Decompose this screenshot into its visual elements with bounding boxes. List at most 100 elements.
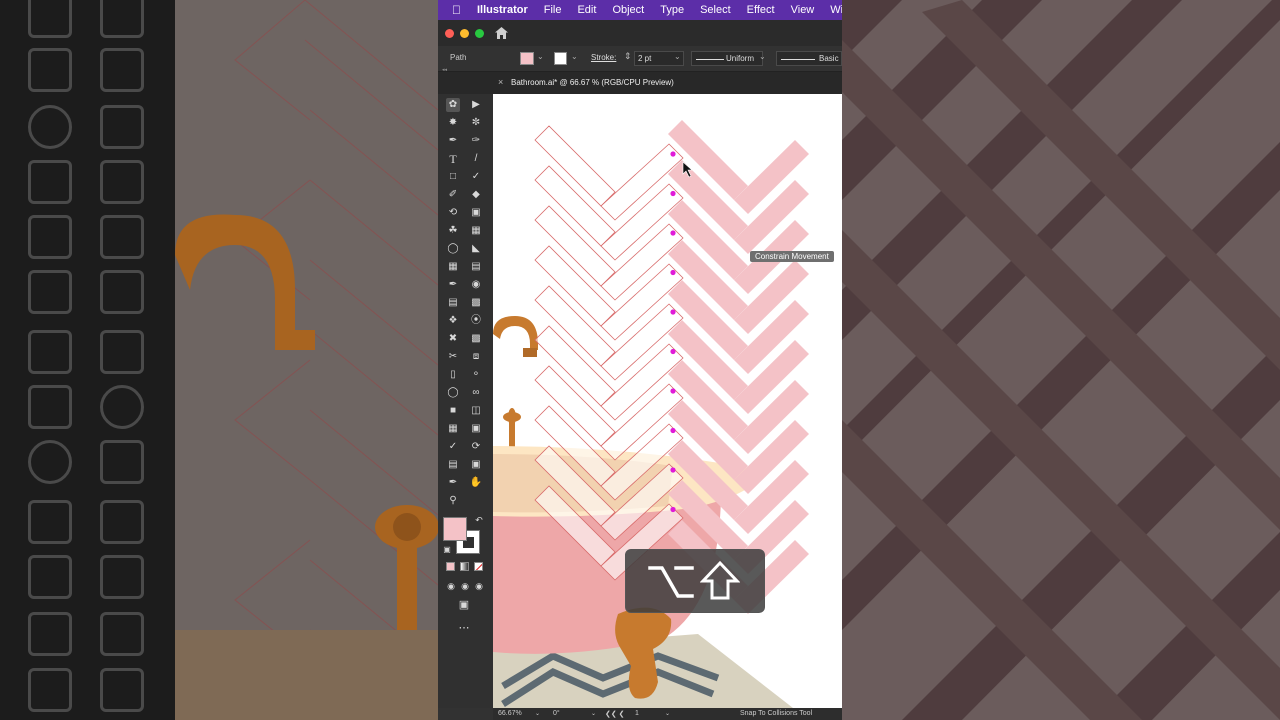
pen-tool-icon[interactable]: ✒ [446,134,460,148]
brush-definition-select[interactable]: Basic [776,51,842,66]
paintbrush-tool-icon[interactable]: ✓ [469,170,483,184]
paint-bucket-icon[interactable]: ▯ [446,368,460,382]
lock-icon[interactable]: ■ [446,404,460,418]
artboard-nav-icon[interactable]: ❮❮ ❮ [605,710,625,718]
curvature-tool-icon[interactable]: ✑ [469,134,483,148]
magic-wand-icon[interactable]: ✸ [446,116,460,130]
crop-image-icon[interactable]: ▣ [469,422,483,436]
anchor-point[interactable] [670,388,676,394]
lasso-tool-icon[interactable]: ✼ [469,116,483,130]
anchor-point[interactable] [670,427,676,434]
shaper-tool-icon[interactable]: ✿ [446,98,460,112]
menu-edit[interactable]: Edit [569,4,604,16]
anchor-point[interactable] [670,190,676,197]
spiral-tool-icon[interactable]: ⚬ [469,368,483,382]
chevron-down-icon[interactable]: ⌄ [535,710,540,717]
crop-tool-icon[interactable]: ▣ [469,458,483,472]
join-tool-icon[interactable]: ∞ [469,386,483,400]
shaper-pencil-icon[interactable]: ✐ [446,188,460,202]
draw-inside-icon[interactable]: ◉ [472,579,486,593]
width-tool-icon[interactable]: ⦿ [469,314,483,328]
fill-color-swatch[interactable] [443,517,467,541]
zoom-level[interactable]: 66.67% [498,710,522,717]
chevron-down-icon[interactable]: ⌄ [674,52,681,61]
symbol-sprayer-icon[interactable]: ▤ [446,296,460,310]
rectangle-tool-icon[interactable]: □ [446,170,460,184]
eyedropper-tool-icon[interactable]: ✒ [446,476,460,490]
anchor-point[interactable] [670,467,676,473]
column-graph-icon[interactable]: ▩ [469,296,483,310]
zoom-window-button[interactable] [475,29,484,38]
chevron-down-icon[interactable]: ⌄ [571,52,578,61]
anchor-point[interactable] [670,230,676,236]
minimize-window-button[interactable] [460,29,469,38]
puppet-warp-icon[interactable]: ❖ [446,314,460,328]
close-window-button[interactable] [445,29,454,38]
rotation-value[interactable]: 0° [553,710,560,717]
draw-behind-icon[interactable]: ◉ [458,579,472,593]
chevron-down-icon[interactable]: ⌄ [591,710,596,717]
mesh-tool-icon[interactable]: ▦ [446,260,460,274]
gradient-mode-icon[interactable] [460,562,469,571]
home-icon[interactable] [495,27,508,39]
menu-type[interactable]: Type [652,4,692,16]
menu-select[interactable]: Select [692,4,739,16]
variable-width-profile-select[interactable]: Uniform [691,51,763,66]
swap-colors-icon[interactable]: ↶ [472,513,486,527]
menu-effect[interactable]: Effect [739,4,783,16]
menu-file[interactable]: File [536,4,570,16]
anchor-point[interactable] [670,506,676,513]
anchor-point[interactable] [670,151,676,157]
free-transform-icon[interactable]: ▦ [469,224,483,238]
menu-object[interactable]: Object [604,4,652,16]
live-paint-select-icon[interactable]: ◫ [469,404,483,418]
shape-builder-icon[interactable]: ◯ [446,242,460,256]
none-mode-icon[interactable] [474,562,483,571]
scissors-icon[interactable]: ✂ [446,350,460,364]
color-mode-icon[interactable] [446,562,455,571]
artboard-canvas[interactable]: Constrain Movement [493,94,842,708]
artboard-tool-icon[interactable]: ▩ [469,332,483,346]
blob-brush-icon[interactable]: ✖ [446,332,460,346]
fill-swatch[interactable] [520,52,534,65]
gradient-tool-icon[interactable]: ▤ [469,260,483,274]
perspective-grid-icon[interactable]: ◣ [469,242,483,256]
print-tiling-icon[interactable]: ▤ [446,458,460,472]
smooth-tool-icon[interactable]: ⟳ [469,440,483,454]
anchor-point[interactable] [670,309,676,315]
scale-tool-icon[interactable]: ▣ [469,206,483,220]
default-colors-icon[interactable]: ▣ [440,543,454,557]
slice-tool-icon[interactable]: ✓ [446,440,460,454]
knife-tool-icon[interactable]: ⧈ [469,350,483,364]
anchor-point[interactable] [670,269,676,276]
eraser-tool-icon[interactable]: ◆ [469,188,483,202]
zoom-tool-icon[interactable]: ⚲ [446,494,460,508]
hand-tool-icon[interactable]: ✋ [469,476,483,490]
screen-mode-icon[interactable]: ▣ [457,598,471,612]
document-tab-title[interactable]: Bathroom.ai* @ 66.67 % (RGB/CPU Preview) [511,78,674,87]
chevron-down-icon[interactable]: ⌄ [759,52,766,61]
stroke-swatch[interactable] [554,52,567,65]
menu-view[interactable]: View [783,4,823,16]
type-tool-icon[interactable]: T [446,152,460,166]
chevron-down-icon[interactable]: ⌄ [537,52,544,61]
anchor-point[interactable] [670,348,676,355]
rotate-tool-icon[interactable]: ⟲ [446,206,460,220]
mosaic-icon[interactable]: ▦ [446,422,460,436]
artboard-number[interactable]: 1 [635,710,639,717]
edit-toolbar-icon[interactable]: ⋯ [457,621,471,635]
stepper-icon[interactable]: ⇕ [624,51,632,62]
warp-tool-icon[interactable]: ☘ [446,224,460,238]
selection-tool-icon[interactable]: ▶ [469,98,483,112]
draw-normal-icon[interactable]: ◉ [444,579,458,593]
chevron-down-icon[interactable]: ⌄ [665,710,670,717]
lasso-select-icon[interactable]: ◯ [446,386,460,400]
apple-icon[interactable]:  [438,3,469,17]
app-menu[interactable]: Illustrator [469,4,536,16]
eyedropper-icon[interactable]: ✒ [446,278,460,292]
menu-window[interactable]: Windo [822,4,842,16]
stroke-label[interactable]: Stroke: [591,53,616,62]
close-tab-icon[interactable]: × [498,77,503,87]
blend-tool-icon[interactable]: ◉ [469,278,483,292]
line-tool-icon[interactable]: / [469,152,483,166]
